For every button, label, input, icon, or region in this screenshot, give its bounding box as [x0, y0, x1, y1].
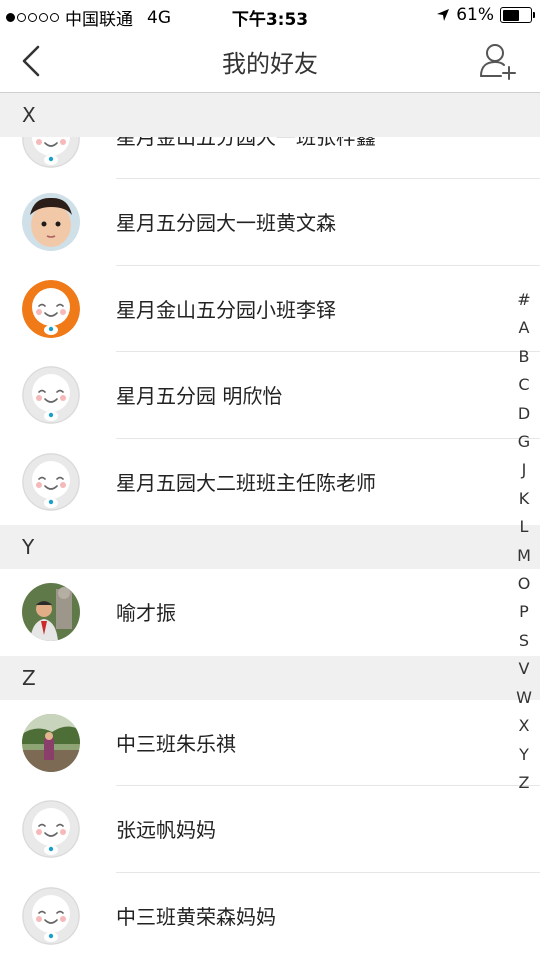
index-letter-l[interactable]: L [520, 513, 529, 541]
index-letter-hash[interactable]: # [517, 286, 530, 314]
avatar [22, 193, 80, 251]
index-letter-s[interactable]: S [519, 627, 529, 655]
contact-list[interactable]: X 星月金山五分园大一班张梓鑫 星月五分园大一班黄文森 星月金山五分园小班李铎 … [0, 93, 540, 960]
index-letter-d[interactable]: D [518, 400, 530, 428]
status-right: 61% [436, 5, 535, 25]
index-letter-a[interactable]: A [519, 314, 530, 342]
add-friend-icon[interactable] [478, 40, 518, 82]
index-letter-p[interactable]: P [519, 598, 529, 626]
battery-icon [500, 7, 535, 23]
section-header-x: X [0, 93, 540, 137]
contact-name: 张远帆妈妈 [116, 818, 216, 842]
index-letter-y[interactable]: Y [519, 741, 529, 769]
avatar [22, 583, 80, 641]
section-header-z: Z [0, 655, 540, 700]
avatar [22, 800, 80, 858]
contact-row[interactable]: 星月金山五分园大一班张梓鑫 [0, 137, 540, 179]
avatar [22, 452, 80, 511]
battery-percent: 61% [456, 5, 494, 25]
index-letter-o[interactable]: O [518, 570, 531, 598]
contact-row[interactable]: 中三班朱乐祺 [0, 699, 540, 786]
index-letter-x[interactable]: X [519, 712, 530, 740]
contact-name: 中三班朱乐祺 [116, 731, 236, 756]
contact-name: 星月五分园 明欣怡 [116, 384, 283, 408]
contact-name: 中三班黄荣森妈妈 [116, 904, 276, 929]
index-letter-c[interactable]: C [518, 371, 529, 399]
contact-name: 喻才振 [116, 601, 176, 625]
contact-row[interactable]: 星月五分园 明欣怡 [0, 352, 540, 439]
index-letter-b[interactable]: B [519, 343, 530, 371]
contact-row[interactable]: 星月五园大二班班主任陈老师 [0, 438, 540, 525]
index-letter-z[interactable]: Z [519, 769, 530, 797]
avatar [22, 366, 80, 424]
contact-row[interactable]: 星月金山五分园小班李铎 [0, 265, 540, 352]
contact-name: 星月金山五分园小班李铎 [116, 297, 336, 322]
contact-row[interactable]: 中三班黄荣森妈妈 [0, 872, 540, 959]
nav-bar: 我的好友 [0, 30, 540, 93]
avatar [22, 713, 80, 772]
index-letter-m[interactable]: M [517, 542, 531, 570]
contact-row[interactable]: 喻才振 [0, 569, 540, 656]
index-letter-j[interactable]: J [522, 456, 527, 484]
index-letter-k[interactable]: K [519, 485, 530, 513]
index-letter-v[interactable]: V [519, 655, 530, 683]
page-title: 我的好友 [222, 50, 318, 78]
contact-name: 星月五园大二班班主任陈老师 [116, 470, 376, 495]
contact-row[interactable]: 张远帆妈妈 [0, 786, 540, 873]
avatar [22, 137, 80, 168]
index-letter-w[interactable]: W [516, 684, 532, 712]
status-bar: 中国联通 4G 下午3:53 61% [0, 0, 540, 30]
avatar [22, 886, 80, 945]
index-letter-g[interactable]: G [518, 428, 530, 456]
contact-name: 星月五分园大一班黄文森 [116, 211, 336, 235]
location-arrow-icon [437, 9, 450, 21]
contact-row[interactable]: 星月五分园大一班黄文森 [0, 179, 540, 266]
contact-name: 星月金山五分园大一班张梓鑫 [116, 137, 376, 149]
alphabet-index[interactable]: # A B C D G J K L M O P S V W X Y Z [512, 286, 536, 797]
avatar [22, 279, 80, 338]
section-header-y: Y [0, 525, 540, 569]
